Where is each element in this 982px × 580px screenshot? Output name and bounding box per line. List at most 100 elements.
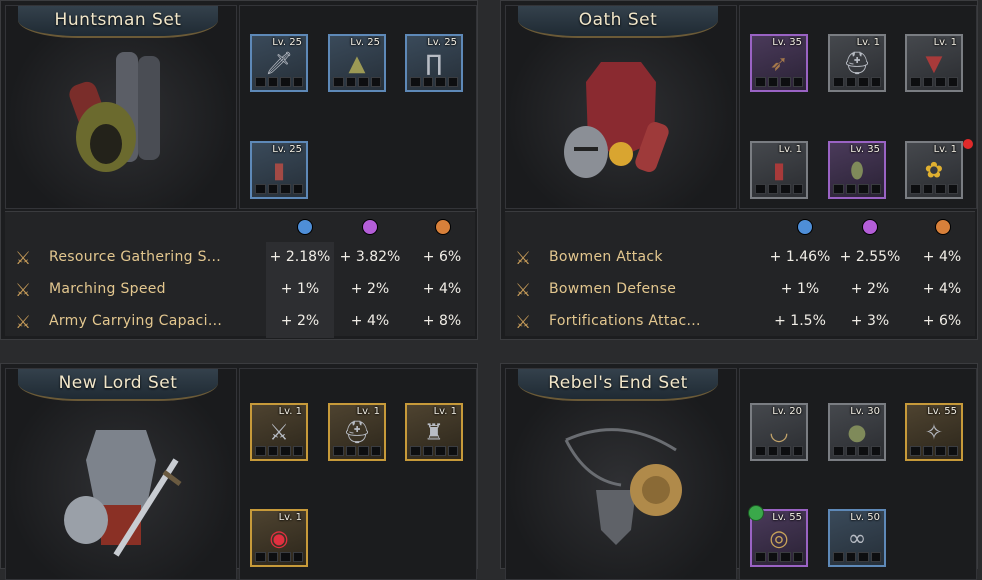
slot-level: Lv. 25 xyxy=(272,37,302,48)
set-bonus-table: ⚔ Resource Gathering S... + 2.18% + 3.82… xyxy=(5,211,475,338)
stat-name: Resource Gathering S... xyxy=(49,249,222,265)
set-preview-art[interactable]: Huntsman Set xyxy=(5,5,237,209)
stat-value: + 4% xyxy=(922,249,962,265)
new-lord-set-panel: New Lord Set ⚔ Lv. 1 ⛑ Lv. 1 ♜ Lv. 1 ◉ L… xyxy=(0,363,478,580)
gem-sockets xyxy=(755,446,803,456)
sword-icon: ⚔ xyxy=(515,280,532,301)
stat-value: + 4% xyxy=(922,281,962,297)
equipment-slots: ⚔ Lv. 1 ⛑ Lv. 1 ♜ Lv. 1 ◉ Lv. 1 xyxy=(239,368,477,580)
equipment-slot[interactable]: ⛑ Lv. 1 xyxy=(828,34,886,92)
tier-1-icon xyxy=(797,219,813,235)
set-title: New Lord Set xyxy=(18,369,218,401)
slot-level: Lv. 55 xyxy=(772,512,802,523)
gem-sockets xyxy=(910,184,958,194)
slot-level: Lv. 1 xyxy=(933,37,957,48)
gem-sockets xyxy=(255,446,303,456)
equipment-slot[interactable]: ▮ Lv. 25 xyxy=(250,141,308,199)
equipment-slot[interactable]: ✧ Lv. 55 xyxy=(905,403,963,461)
necklace-icon: ◡ xyxy=(769,420,789,446)
helmet-icon: ⛑ xyxy=(843,51,871,77)
equipment-slot[interactable]: ◡ Lv. 20 xyxy=(750,403,808,461)
stat-value: + 8% xyxy=(422,313,462,329)
gem-sockets xyxy=(755,77,803,87)
rebels-end-figure-icon xyxy=(564,427,682,545)
pants-icon: ∏ xyxy=(425,51,443,77)
gem-sockets xyxy=(833,552,881,562)
equipment-slot[interactable]: ▼ Lv. 1 xyxy=(905,34,963,92)
stat-value: + 1% xyxy=(780,281,820,297)
slot-level: Lv. 35 xyxy=(850,144,880,155)
gem-sockets xyxy=(255,77,303,87)
equipment-slot[interactable]: ● Lv. 30 xyxy=(828,403,886,461)
stat-value: + 6% xyxy=(422,249,462,265)
equipment-slot[interactable]: ⛑ Lv. 1 xyxy=(328,403,386,461)
equipment-slot[interactable]: ▮ Lv. 1 xyxy=(750,141,808,199)
slot-level: Lv. 1 xyxy=(278,406,302,417)
slot-level: Lv. 25 xyxy=(272,144,302,155)
slot-level: Lv. 25 xyxy=(427,37,457,48)
new-lord-figure-icon xyxy=(64,429,182,557)
stat-value: + 3.82% xyxy=(339,249,401,265)
ring-icon: ◉ xyxy=(269,526,289,552)
gem-sockets xyxy=(833,77,881,87)
equipment-slot[interactable]: ✿ Lv. 1 xyxy=(905,141,963,199)
stat-value: + 1.5% xyxy=(774,313,826,329)
huntsman-figure-icon xyxy=(69,52,160,173)
stat-name: Fortifications Attac... xyxy=(549,313,701,329)
sword-icon: ⚔ xyxy=(515,312,532,333)
slot-level: Lv. 1 xyxy=(278,512,302,523)
equipment-slot[interactable]: ⬮ Lv. 35 xyxy=(828,141,886,199)
stat-value: + 2.55% xyxy=(839,249,901,265)
stat-name: Bowmen Attack xyxy=(549,249,663,265)
gem-sockets xyxy=(255,184,303,194)
gem-sockets xyxy=(410,77,458,87)
set-preview-art[interactable]: Oath Set xyxy=(505,5,737,209)
slot-level: Lv. 20 xyxy=(772,406,802,417)
gem-sockets xyxy=(755,184,803,194)
set-title: Huntsman Set xyxy=(18,6,218,38)
stat-row: ⚔ Resource Gathering S... + 2.18% + 3.82… xyxy=(5,242,475,274)
tier-1-icon xyxy=(297,219,313,235)
equipment-slot[interactable]: ◉ Lv. 1 xyxy=(250,509,308,567)
chestplate-icon: ▼ xyxy=(925,51,943,77)
slot-level: Lv. 35 xyxy=(772,37,802,48)
bracer-icon: ▮ xyxy=(272,158,286,184)
slot-level: Lv. 1 xyxy=(778,144,802,155)
equipment-slot[interactable]: ∞ Lv. 50 xyxy=(828,509,886,567)
armor-icon: ♜ xyxy=(424,420,444,446)
slot-level: Lv. 1 xyxy=(356,406,380,417)
equipment-slot[interactable]: 🗡 Lv. 25 xyxy=(250,34,308,92)
stat-value: + 2.18% xyxy=(269,249,331,265)
equipment-slot[interactable]: ♜ Lv. 1 xyxy=(405,403,463,461)
equipment-slot[interactable]: ∏ Lv. 25 xyxy=(405,34,463,92)
helmet-icon: ⛑ xyxy=(343,420,371,446)
claw-icon: ✧ xyxy=(924,420,944,446)
stat-row: ⚔ Marching Speed + 1% + 2% + 4% xyxy=(5,274,475,306)
stat-row: ⚔ Fortifications Attac... + 1.5% + 3% + … xyxy=(505,306,975,338)
tier-2-icon xyxy=(362,219,378,235)
equipment-slots: 🗡 Lv. 25 ▲ Lv. 25 ∏ Lv. 25 ▮ Lv. 25 xyxy=(239,5,477,209)
gem-sockets xyxy=(910,77,958,87)
shield-icon: ⬮ xyxy=(850,158,864,184)
rebels-end-set-panel: Rebel's End Set ◡ Lv. 20 ● Lv. 30 ✧ Lv. … xyxy=(500,363,978,580)
equipment-slot[interactable]: ➶ Lv. 35 xyxy=(750,34,808,92)
stat-value: + 2% xyxy=(350,281,390,297)
equipment-slot[interactable]: ⚔ Lv. 1 xyxy=(250,403,308,461)
chain-icon: ∞ xyxy=(847,526,867,552)
flower-icon: ✿ xyxy=(924,158,944,184)
sword-icon: ⚔ xyxy=(269,420,289,446)
equipment-slot[interactable]: ▲ Lv. 25 xyxy=(328,34,386,92)
stat-name: Bowmen Defense xyxy=(549,281,677,297)
stat-value: + 1% xyxy=(280,281,320,297)
slot-level: Lv. 1 xyxy=(933,144,957,155)
gem-sockets xyxy=(410,446,458,456)
crossbow-icon: ➶ xyxy=(769,51,789,77)
oath-set-panel: Oath Set ➶ Lv. 35 ⛑ Lv. 1 ▼ Lv. 1 ▮ Lv. … xyxy=(500,0,978,340)
set-preview-art[interactable]: New Lord Set xyxy=(5,368,237,580)
gem-sockets xyxy=(833,446,881,456)
gem-sockets xyxy=(255,552,303,562)
set-preview-art[interactable]: Rebel's End Set xyxy=(505,368,737,580)
gem-sockets xyxy=(910,446,958,456)
bracer-icon: ▮ xyxy=(772,158,786,184)
sword-icon: ⚔ xyxy=(15,312,32,333)
